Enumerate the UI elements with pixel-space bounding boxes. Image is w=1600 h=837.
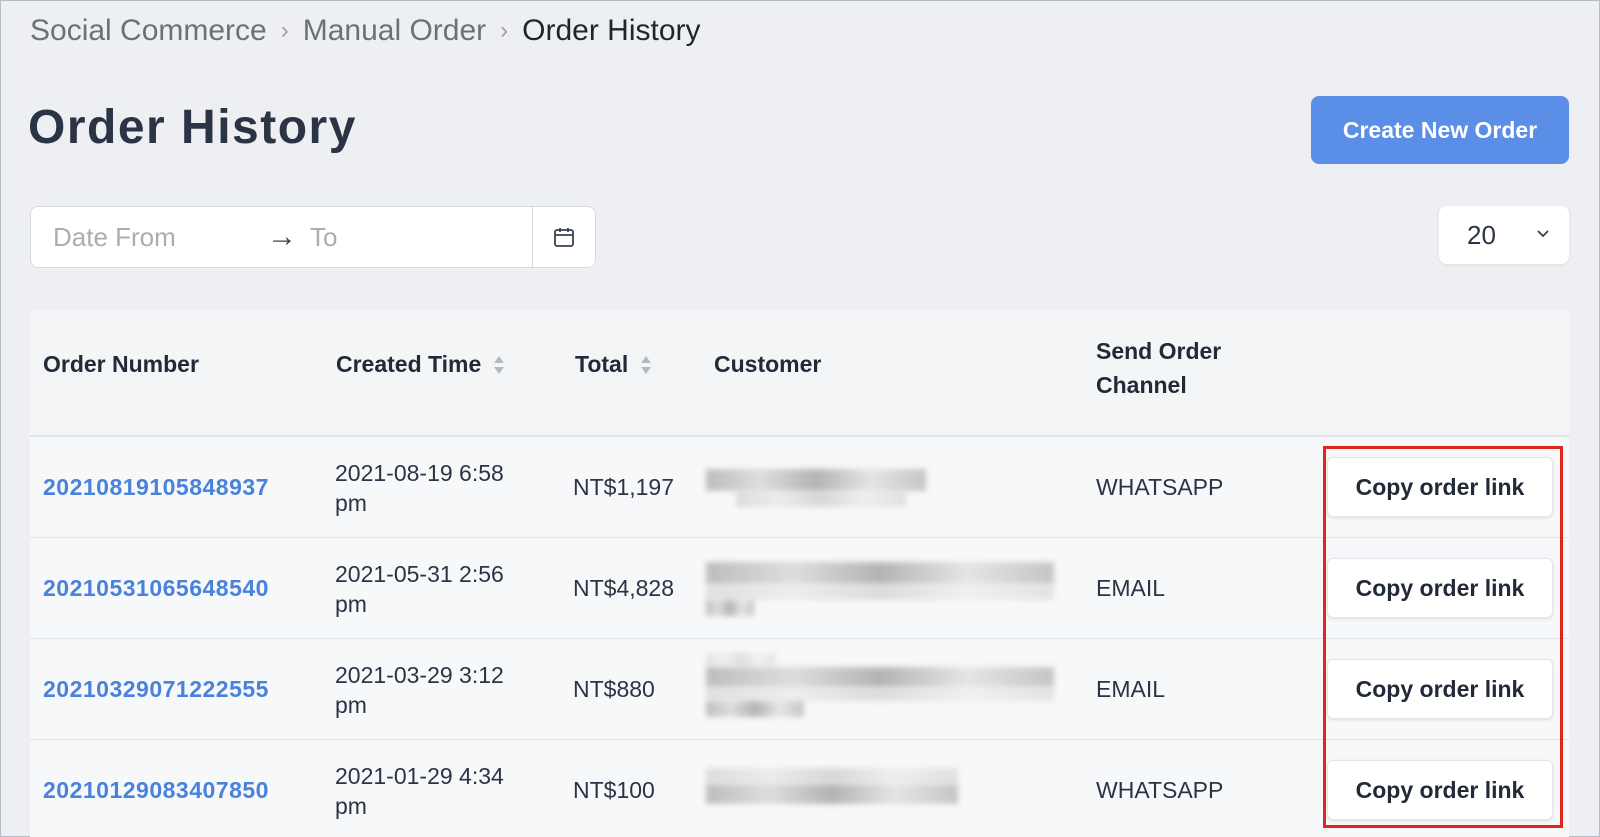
- customer-redacted: [706, 667, 1054, 687]
- created-date: 2021-05-31 2:56: [335, 561, 504, 587]
- created-ampm: pm: [335, 490, 367, 516]
- copy-order-link-button[interactable]: Copy order link: [1327, 558, 1553, 618]
- column-send-order-channel: Send Order Channel: [1096, 334, 1221, 402]
- page-title: Order History: [28, 101, 357, 154]
- order-total: NT$100: [573, 777, 655, 803]
- sort-icon[interactable]: [493, 355, 505, 375]
- column-order-number: Order Number: [43, 351, 199, 377]
- order-number-link[interactable]: 20210329071222555: [43, 676, 269, 703]
- page-size-value: 20: [1467, 219, 1496, 250]
- column-customer: Customer: [714, 351, 822, 377]
- table-row: 20210819105848937 2021-08-19 6:58 pm NT$…: [30, 437, 1569, 538]
- send-channel: WHATSAPP: [1096, 474, 1224, 500]
- copy-order-link-button[interactable]: Copy order link: [1327, 760, 1553, 820]
- page-size-select[interactable]: 20: [1439, 206, 1569, 264]
- send-channel: EMAIL: [1096, 676, 1166, 702]
- breadcrumb: Social Commerce › Manual Order › Order H…: [30, 14, 701, 48]
- breadcrumb-social-commerce[interactable]: Social Commerce: [30, 14, 267, 48]
- table-row: 20210531065648540 2021-05-31 2:56 pm NT$…: [30, 538, 1569, 639]
- customer-redacted: [706, 562, 1054, 584]
- column-created-time-label: Created Time: [336, 351, 482, 377]
- created-time: 2021-05-31 2:56 pm: [335, 559, 545, 619]
- created-ampm: pm: [335, 591, 367, 617]
- created-date: 2021-01-29 4:34: [335, 763, 504, 789]
- customer-redacted: [706, 768, 958, 784]
- created-date: 2021-08-19 6:58: [335, 460, 504, 486]
- chevron-right-icon: ›: [500, 17, 509, 44]
- send-channel: WHATSAPP: [1096, 777, 1224, 803]
- customer-redacted: [706, 784, 958, 804]
- calendar-icon[interactable]: [532, 207, 595, 267]
- column-total-label: Total: [575, 351, 629, 377]
- order-number-link[interactable]: 20210531065648540: [43, 575, 269, 602]
- date-range-picker[interactable]: Date From → To: [30, 206, 596, 268]
- date-to-input[interactable]: To: [310, 222, 337, 253]
- created-time: 2021-01-29 4:34 pm: [335, 761, 545, 821]
- created-date: 2021-03-29 3:12: [335, 662, 504, 688]
- created-ampm: pm: [335, 793, 367, 819]
- breadcrumb-manual-order[interactable]: Manual Order: [303, 14, 486, 48]
- customer-redacted: [706, 687, 1054, 701]
- column-total[interactable]: Total: [575, 351, 652, 378]
- created-ampm: pm: [335, 692, 367, 718]
- created-time: 2021-08-19 6:58 pm: [335, 458, 545, 518]
- customer-redacted: [706, 584, 1054, 600]
- date-from-input[interactable]: Date From: [53, 222, 176, 253]
- create-new-order-button[interactable]: Create New Order: [1311, 96, 1569, 164]
- order-total: NT$4,828: [573, 575, 675, 601]
- column-channel-line2: Channel: [1096, 372, 1187, 398]
- order-total: NT$880: [573, 676, 655, 702]
- send-channel: EMAIL: [1096, 575, 1166, 601]
- table-row: 20210329071222555 2021-03-29 3:12 pm NT$…: [30, 639, 1569, 740]
- order-number-link[interactable]: 20210129083407850: [43, 777, 269, 804]
- customer-redacted: [736, 491, 906, 507]
- column-created-time[interactable]: Created Time: [336, 351, 505, 378]
- order-number-link[interactable]: 20210819105848937: [43, 474, 269, 501]
- breadcrumb-order-history: Order History: [522, 14, 701, 47]
- customer-redacted: [706, 653, 776, 667]
- arrow-right-icon: →: [267, 220, 297, 253]
- sort-icon[interactable]: [640, 355, 652, 375]
- customer-redacted: [706, 600, 754, 616]
- chevron-right-icon: ›: [280, 17, 289, 44]
- order-table: Order Number Created Time Total Customer…: [30, 310, 1569, 837]
- customer-redacted: [706, 469, 926, 491]
- order-total: NT$1,197: [573, 474, 675, 500]
- chevron-down-icon: [1537, 230, 1549, 238]
- copy-order-link-button[interactable]: Copy order link: [1327, 457, 1553, 517]
- customer-redacted: [706, 701, 804, 717]
- table-header: Order Number Created Time Total Customer…: [30, 310, 1569, 437]
- table-row: 20210129083407850 2021-01-29 4:34 pm NT$…: [30, 740, 1569, 837]
- created-time: 2021-03-29 3:12 pm: [335, 660, 545, 720]
- column-channel-line1: Send Order: [1096, 338, 1222, 364]
- copy-order-link-button[interactable]: Copy order link: [1327, 659, 1553, 719]
